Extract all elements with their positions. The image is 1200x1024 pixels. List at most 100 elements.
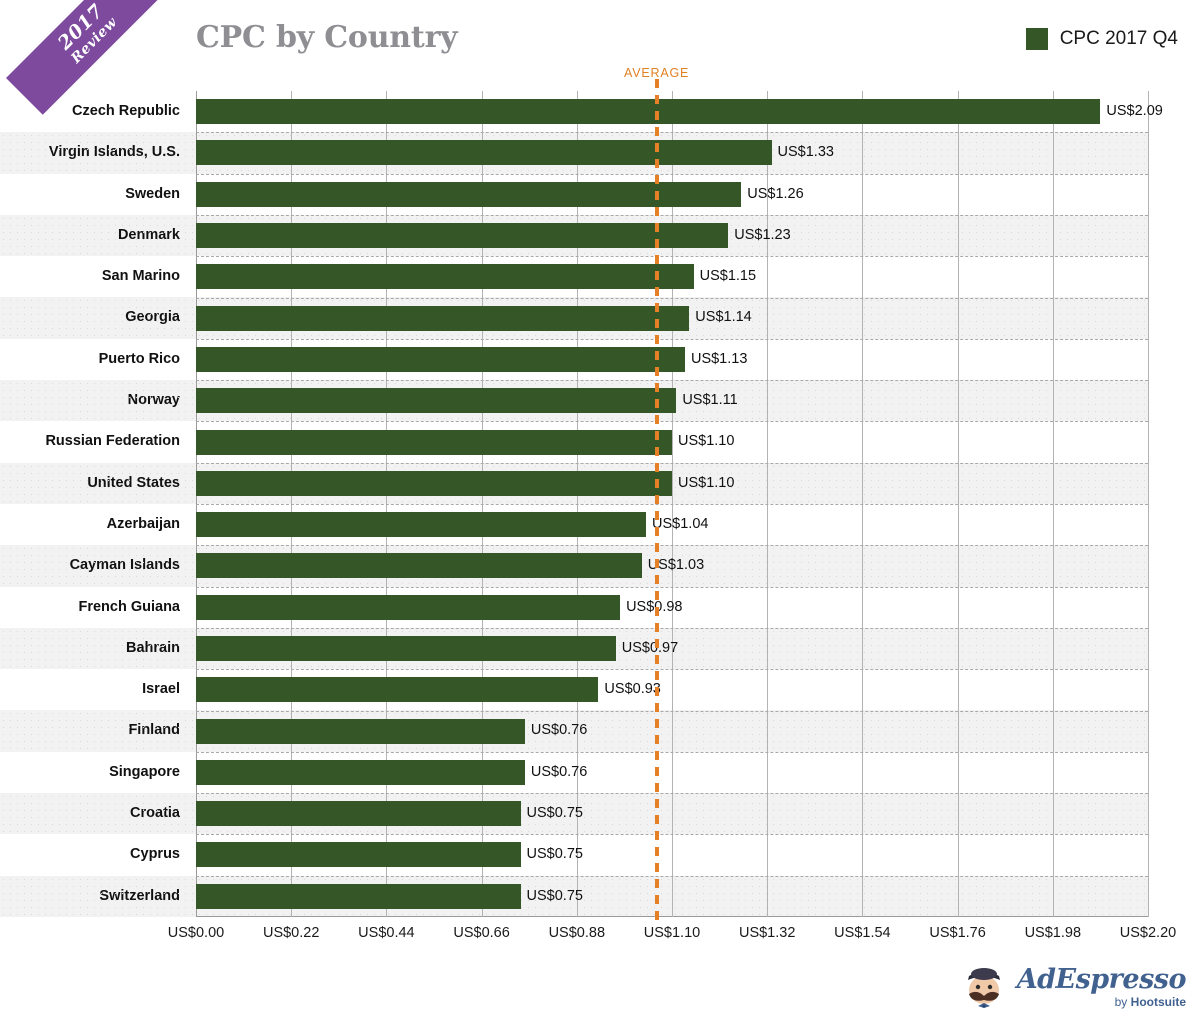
logo-parent: Hootsuite xyxy=(1130,995,1186,1009)
x-tick-label: US$0.44 xyxy=(358,925,415,941)
logo-sub: by Hootsuite xyxy=(1115,996,1186,1008)
bar[interactable] xyxy=(196,264,694,290)
category-label: Sweden xyxy=(125,185,180,202)
bar-row[interactable]: US$1.13 xyxy=(196,339,1148,380)
bar-row[interactable]: US$1.03 xyxy=(196,545,1148,587)
bar[interactable] xyxy=(196,801,521,827)
bar-row[interactable]: US$1.10 xyxy=(196,421,1148,462)
bar-value-label: US$0.97 xyxy=(621,639,679,656)
x-tick-label: US$1.10 xyxy=(643,925,701,941)
category-label: Singapore xyxy=(109,763,180,780)
bar-value-label: US$0.75 xyxy=(526,846,583,863)
ribbon-text: 2017 Review xyxy=(53,0,121,67)
x-tick-label: US$0.66 xyxy=(453,925,510,941)
bar[interactable] xyxy=(196,140,772,166)
bar[interactable] xyxy=(196,388,677,414)
category-label-row: Sweden xyxy=(0,174,196,215)
category-label: Russian Federation xyxy=(45,433,180,450)
bar[interactable] xyxy=(196,99,1101,125)
category-label: Denmark xyxy=(117,226,180,243)
bar-rows: US$2.09 US$1.33 US$1.26 US$1.23 US$1.15 US$1.… xyxy=(196,91,1163,918)
bar[interactable] xyxy=(196,594,621,620)
category-label: Croatia xyxy=(130,805,180,822)
category-label: Bahrain xyxy=(126,639,180,656)
bar[interactable] xyxy=(196,842,521,868)
category-label: Czech Republic xyxy=(72,103,180,119)
gridline xyxy=(1148,91,1149,917)
bar[interactable] xyxy=(196,553,642,579)
bar-row[interactable]: US$0.98 xyxy=(196,587,1148,628)
bar-value-label: US$1.13 xyxy=(690,350,748,367)
bar-value-label: US$0.98 xyxy=(626,598,683,615)
bar-value-label: US$0.76 xyxy=(530,722,588,739)
bar[interactable] xyxy=(196,759,525,785)
category-label-row: Norway xyxy=(0,380,196,422)
ribbon-year: 2017 xyxy=(53,0,108,54)
bar-row[interactable]: US$1.14 xyxy=(196,297,1148,340)
bar-value-label: US$0.93 xyxy=(604,681,661,698)
bar[interactable] xyxy=(196,346,685,372)
bar-value-label: US$2.09 xyxy=(1106,103,1163,119)
bar[interactable] xyxy=(196,223,729,249)
category-label: Finland xyxy=(128,722,180,739)
x-tick-label: US$1.76 xyxy=(929,925,986,941)
category-label-row: Virgin Islands, U.S. xyxy=(0,132,196,174)
category-label: Cyprus xyxy=(130,846,180,863)
bar[interactable] xyxy=(196,718,525,744)
bar-value-label: US$1.03 xyxy=(647,557,705,574)
bar-value-label: US$1.23 xyxy=(734,226,791,243)
legend-item-label: CPC 2017 Q4 xyxy=(1059,28,1178,49)
bar[interactable] xyxy=(196,512,647,538)
adespresso-logo: AdEspresso by Hootsuite xyxy=(959,962,1187,1012)
category-label-row: Czech Republic xyxy=(0,91,196,132)
ribbon-word: Review xyxy=(67,14,121,67)
category-label: United States xyxy=(87,474,180,491)
bar-row[interactable]: US$1.11 xyxy=(196,380,1148,422)
bar[interactable] xyxy=(196,181,742,207)
category-label-row: Croatia xyxy=(0,793,196,835)
legend-swatch-icon xyxy=(1025,28,1048,50)
bar[interactable] xyxy=(196,305,690,331)
bar-row[interactable]: US$0.75 xyxy=(196,834,1148,875)
category-label-row: Denmark xyxy=(0,214,196,257)
bar-row[interactable]: US$0.76 xyxy=(196,710,1148,753)
bar-row[interactable]: US$2.09 xyxy=(196,91,1163,132)
bar-value-label: US$1.33 xyxy=(777,144,834,161)
bar-row[interactable]: US$0.76 xyxy=(196,752,1148,793)
bar-row[interactable]: US$0.75 xyxy=(196,793,1148,835)
bar-value-label: US$1.26 xyxy=(747,185,804,202)
category-label: French Guiana xyxy=(78,598,180,615)
category-label-column: Czech Republic Virgin Islands, U.S. Sweden… xyxy=(0,91,196,918)
bar-row[interactable]: US$1.10 xyxy=(196,462,1148,505)
category-label: Norway xyxy=(127,392,180,409)
bar-row[interactable]: US$1.04 xyxy=(196,504,1148,545)
category-label: San Marino xyxy=(101,268,180,285)
bar-row[interactable]: US$0.75 xyxy=(196,875,1148,918)
category-label-row: Switzerland xyxy=(0,875,196,918)
x-tick-label: US$0.88 xyxy=(548,925,606,941)
bar-row[interactable]: US$1.26 xyxy=(196,174,1148,215)
category-label-row: Finland xyxy=(0,710,196,753)
bar[interactable] xyxy=(196,470,672,496)
bar[interactable] xyxy=(196,429,672,455)
average-line-label: AVERAGE xyxy=(624,66,690,80)
bar-row[interactable]: US$1.15 xyxy=(196,256,1148,297)
category-label-row: Singapore xyxy=(0,752,196,793)
legend: CPC 2017 Q4 xyxy=(1025,28,1178,50)
category-label: Azerbaijan xyxy=(106,515,180,532)
bar-value-label: US$1.15 xyxy=(699,268,757,285)
bar-row[interactable]: US$1.33 xyxy=(196,132,1148,174)
mascot-icon xyxy=(967,968,1000,1008)
bar-row[interactable]: US$0.93 xyxy=(196,669,1148,710)
bar[interactable] xyxy=(196,636,616,661)
bar[interactable] xyxy=(196,677,599,703)
bar-value-label: US$1.11 xyxy=(682,392,738,409)
bar[interactable] xyxy=(196,883,521,909)
bar-row[interactable]: US$1.23 xyxy=(196,214,1148,257)
category-label-row: United States xyxy=(0,462,196,505)
bar-row[interactable]: US$0.97 xyxy=(196,627,1148,670)
category-label-row: Puerto Rico xyxy=(0,339,196,380)
x-tick-label: US$1.98 xyxy=(1024,925,1082,941)
x-tick-label: US$1.54 xyxy=(834,925,891,941)
bar-value-label: US$1.10 xyxy=(678,474,735,491)
